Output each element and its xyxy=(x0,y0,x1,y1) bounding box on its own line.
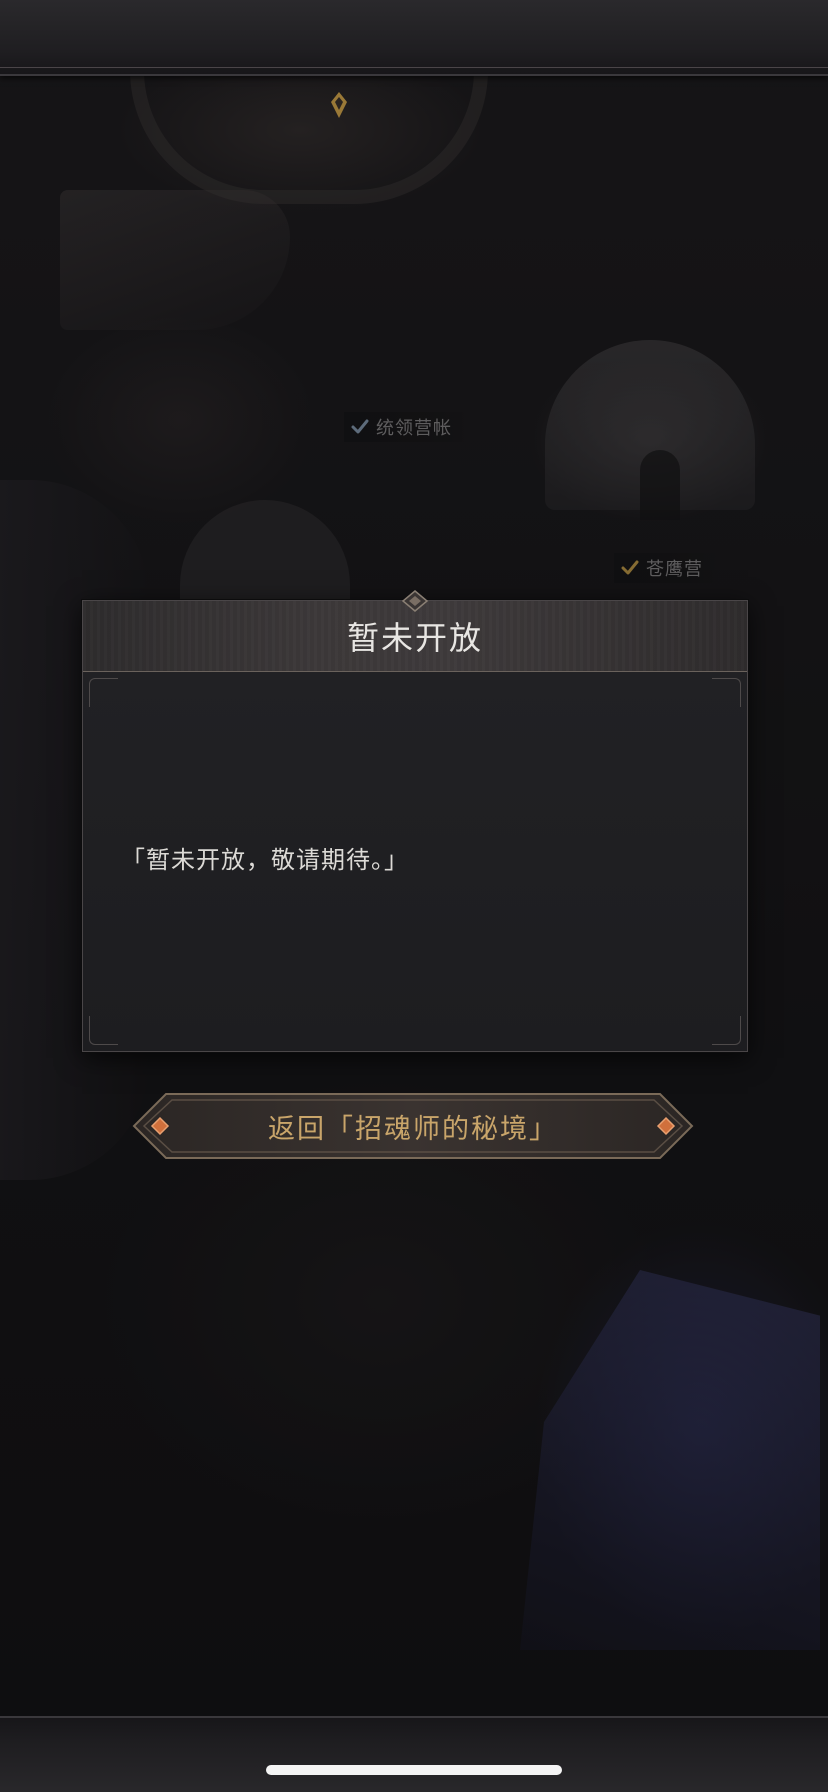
bottom-frame-bar xyxy=(0,1716,828,1792)
location-pin-icon xyxy=(331,92,347,118)
dialog-body: 「暂未开放，敬请期待。」 xyxy=(83,672,747,1051)
dialog-title: 暂未开放 xyxy=(346,619,483,657)
dialog-message: 「暂未开放，敬请期待。」 xyxy=(121,846,409,874)
not-open-dialog: 暂未开放 「暂未开放，敬请期待。」 xyxy=(82,590,748,1052)
corner-ornament xyxy=(712,678,741,707)
home-indicator[interactable] xyxy=(266,1765,562,1775)
return-to-secret-realm-button[interactable]: 返回「招魂师的秘境」 xyxy=(130,1090,696,1162)
diamond-ornament-icon xyxy=(401,590,429,612)
corner-ornament xyxy=(712,1016,741,1045)
game-screen: 统领营帐 苍鹰营 暂未开放 「暂未开放，敬请期待。」 返回「招魂师的秘境」 xyxy=(0,0,828,1792)
corner-ornament xyxy=(89,1016,118,1045)
top-frame-bar xyxy=(0,0,828,76)
corner-ornament xyxy=(89,678,118,707)
return-button-label: 返回「招魂师的秘境」 xyxy=(268,1113,558,1145)
